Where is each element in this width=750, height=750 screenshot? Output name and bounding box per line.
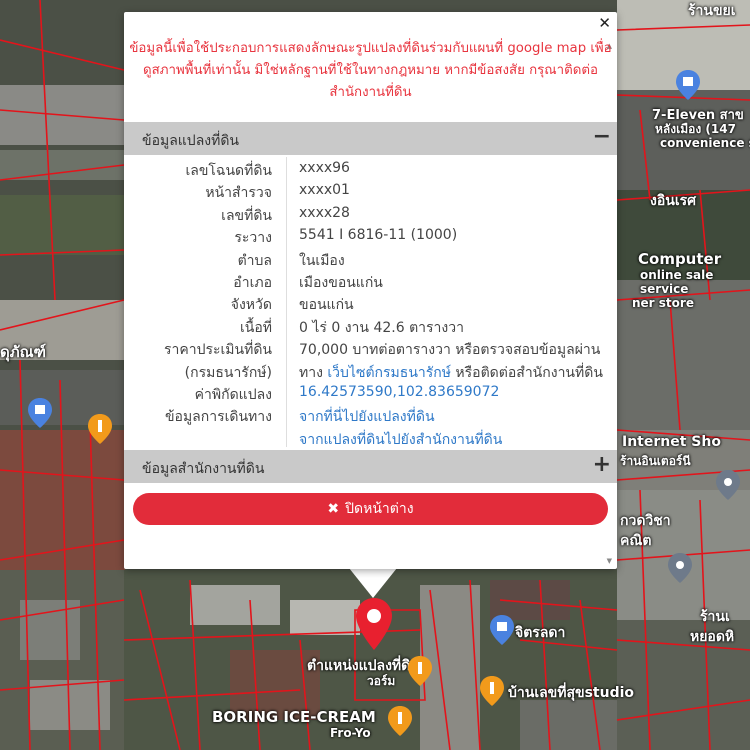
- land-parcel-info-body: เลขโฉนดที่ดิน xxxx96 หน้าสำรวจ xxxx01 เล…: [124, 155, 617, 450]
- disclaimer-text: ข้อมูลนี้เพื่อใช้ประกอบการแสดงลักษณะรูปแ…: [129, 41, 612, 100]
- map-label-convenience: convenience s: [660, 136, 750, 150]
- row-label: เลขโฉนดที่ดิน: [185, 163, 272, 179]
- map-label-land-position: ตำแหน่งแปลงที่ดิน: [307, 658, 420, 674]
- map-label-internet-sub: ร้านอินเตอร์นี: [620, 454, 691, 468]
- row-value: ทาง เว็บไซต์กรมธนารักษ์ หรือติดต่อสำนักง…: [299, 362, 603, 384]
- collapse-icon[interactable]: −: [593, 124, 611, 150]
- directions-to-parcel-link[interactable]: จากที่นี่ไปยังแปลงที่ดิน: [299, 406, 435, 428]
- price-text-pre: ทาง: [299, 365, 328, 381]
- row-value: xxxx28: [299, 205, 350, 221]
- map-label-top-right: ร้านขยเ: [688, 3, 736, 19]
- land-parcel-marker-icon[interactable]: [356, 598, 392, 650]
- location-pin-icon[interactable]: [668, 553, 692, 583]
- map-label-online-sale: online sale: [640, 268, 714, 282]
- map-label-dupan: ดุภัณฑ์: [0, 343, 46, 361]
- row-label: ระวาง: [234, 230, 272, 246]
- shop-pin-icon[interactable]: [490, 615, 514, 645]
- row-label: อำเภอ: [233, 275, 272, 291]
- row-appraised-price: ราคาประเมินที่ดิน 70,000 บาทต่อตารางวา ห…: [124, 337, 617, 359]
- row-label: จังหวัด: [230, 297, 272, 313]
- row-value: 0 ไร่ 0 งาน 42.6 ตารางวา: [299, 320, 464, 336]
- map-label-shop-right: ร้านเ: [700, 609, 730, 625]
- close-window-label: ปิดหน้าต่าง: [345, 501, 414, 517]
- row-label: เลขที่ดิน: [221, 208, 272, 224]
- row-label: ตำบล: [237, 253, 272, 269]
- map-label-internet: Internet Sho: [622, 434, 721, 450]
- row-map-sheet: ระวาง 5541 I 6816-11 (1000): [124, 225, 617, 247]
- row-value: เมืองขอนแก่น: [299, 275, 383, 291]
- restaurant-pin-icon[interactable]: [480, 676, 504, 706]
- row-area: เนื้อที่ 0 ไร่ 0 งาน 42.6 ตารางวา: [124, 315, 617, 337]
- map-label-service: service: [640, 282, 689, 296]
- location-pin-icon[interactable]: [716, 470, 740, 500]
- row-label: ค่าพิกัดแปลง: [194, 387, 272, 403]
- row-value: xxxx96: [299, 160, 350, 176]
- close-window-button[interactable]: ✖ ปิดหน้าต่าง: [133, 493, 608, 525]
- row-land-number: เลขที่ดิน xxxx28: [124, 203, 617, 225]
- restaurant-pin-icon[interactable]: [388, 706, 412, 736]
- land-office-info-title: ข้อมูลสำนักงานที่ดิน: [142, 461, 265, 477]
- restaurant-pin-icon[interactable]: [88, 414, 112, 444]
- row-travel-2: จากแปลงที่ดินไปยังสำนักงานที่ดิน: [124, 427, 617, 449]
- map-label-warm: วอร์ม: [367, 674, 396, 688]
- map-label-ner-store: ner store: [632, 296, 694, 310]
- coordinates-link[interactable]: 16.42573590,102.83659072: [299, 384, 499, 400]
- map-label-froyo: Fro-Yo: [330, 726, 371, 740]
- expand-icon[interactable]: +: [593, 452, 611, 478]
- land-parcel-info-header[interactable]: ข้อมูลแปลงที่ดิน −: [124, 122, 617, 155]
- popup-close-icon[interactable]: ✕: [598, 14, 611, 32]
- row-label: ข้อมูลการเดินทาง: [164, 409, 272, 425]
- row-value: ขอนแก่น: [299, 297, 354, 313]
- land-info-popup: ✕ ▲ ▼ ข้อมูลนี้เพื่อใช้ประกอบการแสดงลักษ…: [124, 12, 617, 569]
- row-value: 5541 I 6816-11 (1000): [299, 227, 458, 243]
- map-label-baan: บ้านเลขที่สุขstudio: [508, 685, 635, 701]
- close-icon: ✖: [327, 501, 340, 517]
- row-subdistrict: ตำบล ในเมือง: [124, 248, 617, 270]
- restaurant-pin-icon[interactable]: [408, 656, 432, 686]
- row-value: 70,000 บาทต่อตารางวา หรือตรวจสอบข้อมูลผ่…: [299, 342, 601, 358]
- row-deed-number: เลขโฉนดที่ดิน xxxx96: [124, 158, 617, 180]
- row-coordinates: ค่าพิกัดแปลง 16.42573590,102.83659072: [124, 382, 617, 404]
- map-label-inst: งอินเรศ: [650, 193, 697, 209]
- row-label: (กรมธนารักษ์): [184, 365, 272, 381]
- map-label-boring: BORING ICE-CREAM: [212, 708, 376, 726]
- price-text-post: หรือติดต่อสำนักงานที่ดิน: [450, 365, 603, 381]
- row-label: หน้าสำรวจ: [205, 185, 272, 201]
- map-label-kanid: คณิต: [620, 533, 652, 549]
- scroll-down-arrow-icon[interactable]: ▼: [607, 557, 612, 565]
- row-province: จังหวัด ขอนแก่น: [124, 292, 617, 314]
- popup-tail: [349, 568, 397, 598]
- row-label: ราคาประเมินที่ดิน: [163, 342, 272, 358]
- shop-pin-icon[interactable]: [676, 70, 700, 100]
- directions-to-land-office-link[interactable]: จากแปลงที่ดินไปยังสำนักงานที่ดิน: [299, 429, 502, 451]
- shop-pin-icon[interactable]: [28, 398, 52, 428]
- row-value: ในเมือง: [299, 253, 345, 269]
- row-district: อำเภอ เมืองขอนแก่น: [124, 270, 617, 292]
- row-travel: ข้อมูลการเดินทาง จากที่นี่ไปยังแปลงที่ดิ…: [124, 404, 617, 426]
- row-label: เนื้อที่: [240, 320, 272, 336]
- map-label-kwidcha: กวดวิชา: [620, 513, 671, 529]
- treasury-website-link[interactable]: เว็บไซต์กรมธนารักษ์: [327, 365, 451, 381]
- map-label-computer: Computer: [638, 250, 722, 268]
- row-survey-page: หน้าสำรวจ xxxx01: [124, 180, 617, 202]
- row-appraised-price-line2: (กรมธนารักษ์) ทาง เว็บไซต์กรมธนารักษ์ หร…: [124, 360, 617, 382]
- map-label-doi: หยอดหิ: [690, 629, 735, 645]
- map-label-jitlada: จิตรลดา: [515, 625, 566, 641]
- land-parcel-info-title: ข้อมูลแปลงที่ดิน: [142, 133, 240, 149]
- row-value: xxxx01: [299, 182, 350, 198]
- land-office-info-header[interactable]: ข้อมูลสำนักงานที่ดิน +: [124, 450, 617, 483]
